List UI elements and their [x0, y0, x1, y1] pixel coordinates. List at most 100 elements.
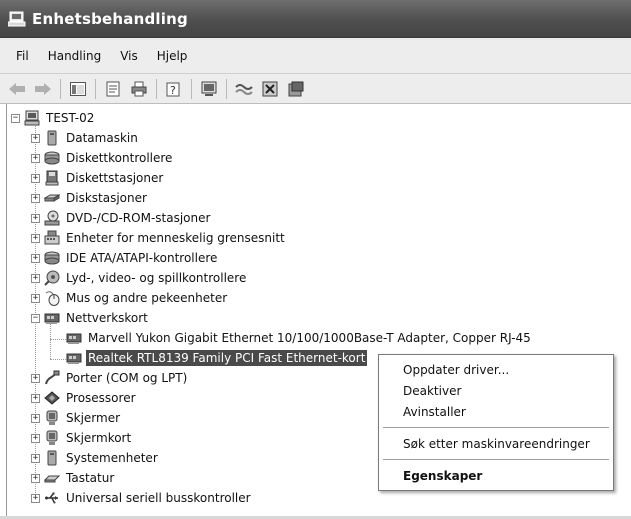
expand-toggle[interactable]: + — [31, 173, 40, 183]
hard-disk-icon — [43, 190, 61, 206]
print-icon[interactable] — [128, 78, 150, 100]
expand-toggle[interactable]: + — [31, 373, 40, 383]
expand-toggle[interactable]: + — [31, 193, 40, 203]
tree-item-label: IDE ATA/ATAPI-kontrollere — [66, 251, 218, 265]
scan-hardware-icon[interactable] — [198, 78, 220, 100]
tree-item-label: Enheter for menneskelig grensesnitt — [66, 231, 285, 245]
computer-icon — [24, 110, 40, 126]
tree-item-nettverkskort[interactable]: − Nettverkskort — [31, 308, 150, 328]
tree-connector — [50, 359, 66, 360]
tree-item-label: Marvell Yukon Gigabit Ethernet 10/100/10… — [88, 331, 531, 345]
device-manager-icon — [7, 11, 26, 27]
menu-item-scan-hardware[interactable]: Søk etter maskinvareendringer — [379, 433, 613, 454]
collapse-toggle[interactable]: − — [31, 313, 40, 323]
back-icon[interactable] — [6, 78, 28, 100]
tree-item-label-selected: Realtek RTL8139 Family PCI Fast Ethernet… — [86, 350, 368, 366]
tree-item-label: Lyd-, video- og spillkontrollere — [66, 271, 247, 285]
disable-device-icon[interactable] — [259, 78, 281, 100]
sound-icon — [44, 270, 60, 286]
tree-item-label: Universal seriell busskontroller — [66, 491, 251, 505]
tree-item-prosessorer[interactable]: + Prosessorer — [31, 388, 138, 408]
port-icon — [44, 370, 60, 386]
tree-item-dvd-cd-rom[interactable]: + DVD-/CD-ROM-stasjoner — [31, 208, 212, 228]
tree-item-diskettstasjoner[interactable]: + Diskettstasjoner — [31, 168, 165, 188]
expand-toggle[interactable]: + — [31, 213, 40, 223]
tree-item-skjermkort[interactable]: + Skjermkort — [31, 428, 133, 448]
show-hide-console-tree-icon[interactable] — [67, 78, 89, 100]
update-driver-icon[interactable] — [233, 78, 255, 100]
system-device-icon — [44, 450, 60, 466]
monitor-icon — [44, 410, 60, 426]
tree-item-usb[interactable]: + Universal seriell busskontroller — [31, 488, 253, 508]
tree-item-porter[interactable]: + Porter (COM og LPT) — [31, 368, 189, 388]
title-bar[interactable]: Enhetsbehandling — [0, 0, 631, 38]
tree-item-label: DVD-/CD-ROM-stasjoner — [66, 211, 211, 225]
expand-toggle[interactable]: + — [31, 493, 40, 503]
network-card-icon — [66, 330, 82, 346]
toolbar-separator — [60, 78, 61, 99]
expand-toggle[interactable]: + — [31, 433, 40, 443]
menu-hjelp[interactable]: Hjelp — [149, 49, 199, 63]
tree-item-mus[interactable]: + Mus og andre pekeenheter — [31, 288, 229, 308]
expand-toggle[interactable]: + — [31, 133, 40, 143]
expand-toggle[interactable]: + — [31, 253, 40, 263]
expand-toggle[interactable]: + — [31, 273, 40, 283]
floppy-drive-icon — [44, 170, 60, 186]
tree-item-label: Tastatur — [66, 471, 115, 485]
mouse-icon — [44, 290, 60, 306]
tree-item-lyd-video[interactable]: + Lyd-, video- og spillkontrollere — [31, 268, 248, 288]
help-icon[interactable]: ? — [163, 78, 185, 100]
menu-vis[interactable]: Vis — [112, 49, 149, 63]
menu-item-uninstall[interactable]: Avinstaller — [379, 401, 613, 422]
menu-bar: Fil Handling Vis Hjelp — [0, 38, 631, 74]
ide-controller-icon — [44, 250, 60, 266]
tree-item-label: Skjermer — [66, 411, 121, 425]
expand-toggle[interactable]: + — [31, 153, 40, 163]
menu-item-disable[interactable]: Deaktiver — [379, 380, 613, 401]
tree-item-datamaskin[interactable]: + Datamaskin — [31, 128, 140, 148]
expand-toggle[interactable]: + — [31, 453, 40, 463]
window-title: Enhetsbehandling — [32, 9, 188, 28]
expand-toggle[interactable]: + — [31, 473, 40, 483]
tree-item-tastatur[interactable]: + Tastatur — [31, 468, 116, 488]
collapse-toggle[interactable]: − — [11, 113, 20, 123]
expand-toggle[interactable]: + — [31, 233, 40, 243]
disk-controller-icon — [44, 150, 60, 166]
tree-item-label: Mus og andre pekeenheter — [66, 291, 228, 305]
menu-item-update-driver[interactable]: Oppdater driver... — [379, 359, 613, 380]
computer-icon — [44, 130, 60, 146]
tree-item-marvell-yukon[interactable]: Marvell Yukon Gigabit Ethernet 10/100/10… — [66, 328, 533, 348]
tree-item-ide-ata[interactable]: + IDE ATA/ATAPI-kontrollere — [31, 248, 219, 268]
network-card-icon — [44, 310, 60, 326]
tree-item-label: Porter (COM og LPT) — [66, 371, 188, 385]
context-menu: Oppdater driver... Deaktiver Avinstaller… — [378, 354, 614, 491]
network-card-icon — [66, 350, 82, 366]
tree-item-label: Diskettstasjoner — [66, 171, 164, 185]
menu-item-properties[interactable]: Egenskaper — [379, 465, 613, 486]
tree-item-systemenheter[interactable]: + Systemenheter — [31, 448, 160, 468]
toolbar-separator — [156, 78, 157, 99]
tree-item-diskettkontrollere[interactable]: + Diskettkontrollere — [31, 148, 174, 168]
keyboard-icon — [43, 470, 61, 486]
tree-item-label: Skjermkort — [66, 431, 132, 445]
tree-item-diskstasjoner[interactable]: + Diskstasjoner — [31, 188, 149, 208]
toolbar-separator — [191, 78, 192, 99]
tree-item-skjermer[interactable]: + Skjermer — [31, 408, 122, 428]
properties-icon[interactable] — [102, 78, 124, 100]
forward-icon[interactable] — [32, 78, 54, 100]
tree-item-realtek[interactable]: Realtek RTL8139 Family PCI Fast Ethernet… — [66, 348, 368, 368]
expand-toggle[interactable]: + — [31, 393, 40, 403]
tree-item-hid[interactable]: + Enheter for menneskelig grensesnitt — [31, 228, 287, 248]
display-adapter-icon — [44, 430, 60, 446]
tree-connector — [50, 339, 66, 340]
menu-fil[interactable]: Fil — [8, 49, 40, 63]
svg-text:?: ? — [170, 84, 176, 97]
expand-toggle[interactable]: + — [31, 293, 40, 303]
toolbar: ? — [0, 74, 631, 104]
toolbar-separator — [95, 78, 96, 99]
tree-root[interactable]: − TEST-02 — [11, 108, 96, 128]
uninstall-device-icon[interactable] — [285, 78, 307, 100]
menu-handling[interactable]: Handling — [40, 49, 113, 63]
processor-icon — [44, 390, 60, 406]
expand-toggle[interactable]: + — [31, 413, 40, 423]
